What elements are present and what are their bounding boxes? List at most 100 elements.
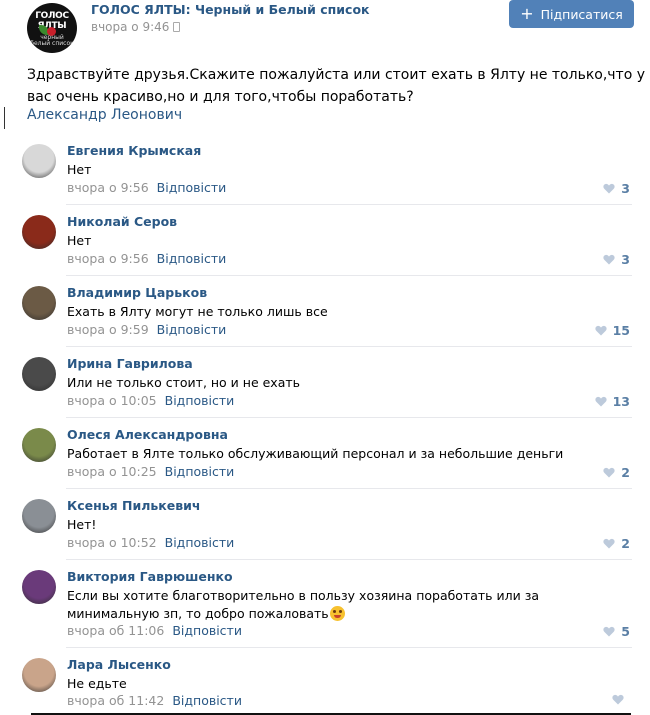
group-avatar[interactable]: ГОЛОС ЯЛТЫ черный белый список [27,3,77,53]
comment-time[interactable]: вчора об 11:42 [67,693,164,708]
left-edge-line [4,107,5,129]
commenter-name-link[interactable]: Ксенья Пилькевич [67,498,201,513]
comment-time[interactable]: вчора о 10:25 [67,464,157,479]
comment-text: Работает в Ялте только обслуживающий пер… [67,445,632,463]
commenter-avatar[interactable] [22,570,56,604]
heart-icon [603,538,615,549]
mobile-icon [173,22,181,32]
like-count: 5 [621,624,630,639]
comment-text: Нет [67,161,632,179]
comment-meta: вчора об 11:42 Відповісти [67,693,242,708]
reply-link[interactable]: Відповісти [157,180,227,195]
heart-icon [594,396,607,407]
commenter-avatar[interactable] [22,428,56,462]
comment-text-body: Нет [67,162,92,177]
comment-item: Виктория Гаврюшенко Если вы хотите благот… [22,569,632,643]
comment-time[interactable]: вчора о 10:52 [67,535,157,550]
like-button[interactable]: 3 [603,252,630,267]
comment-item: Евгения Крымская Нет вчора о 9:56 Відповіст… [22,143,632,200]
reply-link[interactable]: Відповісти [157,251,227,266]
comment-meta: вчора о 10:52 Відповісти [67,535,234,550]
post-time[interactable]: вчора о 9:46 [91,20,181,34]
reply-link[interactable]: Відповісти [165,464,235,479]
group-name-link[interactable]: ГОЛОС ЯЛТЫ: Черный и Белый список [91,2,370,17]
commenter-avatar[interactable] [22,499,56,533]
comment-divider [66,647,632,648]
comment-text-body: Ехать в Ялту могут не только лишь все [67,304,328,319]
comment-item: Ирина Гаврилова Или не только стоит, но и… [22,356,632,413]
commenter-name-link[interactable]: Ирина Гаврилова [67,356,193,371]
commenter-avatar[interactable] [22,144,56,178]
group-avatar-subtitle: черный белый список [30,34,74,47]
commenter-name-link[interactable]: Виктория Гаврюшенко [67,569,233,584]
like-button[interactable]: 2 [603,465,630,480]
comment-meta: вчора о 9:56 Відповісти [67,251,226,266]
comment-text-body: Нет [67,233,92,248]
post-header: ГОЛОС ЯЛТЫ черный белый список ГОЛОС ЯЛТ… [0,0,650,55]
comment-item: Олеся Александровна Работает в Ялте тольк… [22,427,632,484]
comment-text: Если вы хотите благотворительно в пользу… [67,587,632,623]
comment-text-body: Или не только стоит, но и не ехать [67,375,301,390]
like-button[interactable]: 2 [603,536,630,551]
like-count: 2 [621,536,630,551]
comment-item: Николай Серов Нет вчора о 9:56 Відповісти 3 [22,214,632,271]
comment-item: Ксенья Пилькевич Нет! вчора о 10:52 Відпові… [22,498,632,555]
like-count: 15 [612,323,630,338]
comment-text: Нет! [67,516,632,534]
commenter-name-link[interactable]: Владимир Царьков [67,285,207,300]
comment-text: Не едьте [67,675,632,693]
comment-item: Лара Лысенко Не едьте вчора об 11:42 Відпов… [22,657,632,713]
commenter-avatar[interactable] [22,658,56,692]
like-button[interactable]: 15 [594,323,630,338]
comment-time[interactable]: вчора о 9:56 [67,251,149,266]
subscribe-button-label: Підписатися [540,6,623,22]
comment-time[interactable]: вчора об 11:06 [67,623,164,638]
comment-text: Или не только стоит, но и не ехать [67,374,632,392]
reply-link[interactable]: Відповісти [172,693,242,708]
commenter-name-link[interactable]: Лара Лысенко [67,657,171,672]
comment-text-body: Если вы хотите благотворительно в пользу… [67,588,540,621]
commenter-avatar[interactable] [22,286,56,320]
comment-meta: вчора о 10:05 Відповісти [67,393,234,408]
comment-item: Владимир Царьков Ехать в Ялту могут не то… [22,285,632,342]
commenter-avatar[interactable] [22,357,56,391]
comment-text-body: Нет! [67,517,97,532]
comment-divider [66,346,632,347]
comment-text: Ехать в Ялту могут не только лишь все [67,303,632,321]
post-time-text: вчора о 9:46 [91,20,170,34]
heart-icon [603,467,615,478]
comment-text-body: Не едьте [67,676,127,691]
comment-meta: вчора о 9:56 Відповісти [67,180,226,195]
comment-text: Нет [67,232,632,250]
commenter-name-link[interactable]: Олеся Александровна [67,427,228,442]
heart-icon [594,325,607,336]
like-count: 3 [621,181,630,196]
comment-divider [66,488,632,489]
heart-icon [603,183,615,194]
like-count: 13 [612,394,630,409]
like-button[interactable]: 3 [603,181,630,196]
comment-divider [66,417,632,418]
plus-icon: + [520,4,534,23]
comment-time[interactable]: вчора о 9:59 [67,322,149,337]
like-button[interactable] [612,694,630,705]
comment-meta: вчора о 10:25 Відповісти [67,464,234,479]
subscribe-button[interactable]: + Підписатися [509,0,634,28]
comment-time[interactable]: вчора о 10:05 [67,393,157,408]
reply-link[interactable]: Відповісти [165,535,235,550]
like-button[interactable]: 5 [603,624,630,639]
comment-divider [66,559,632,560]
post-author-link[interactable]: Александр Леонович [27,107,182,123]
reply-link[interactable]: Відповісти [157,322,227,337]
like-count: 3 [621,252,630,267]
commenter-name-link[interactable]: Евгения Крымская [67,143,201,158]
reply-link[interactable]: Відповісти [172,623,242,638]
commenter-avatar[interactable] [22,215,56,249]
like-button[interactable]: 13 [594,394,630,409]
reply-link[interactable]: Відповісти [165,393,235,408]
comment-divider [66,204,632,205]
commenter-name-link[interactable]: Николай Серов [67,214,177,229]
heart-icon [603,626,615,637]
heart-icon [612,694,624,705]
comment-time[interactable]: вчора о 9:56 [67,180,149,195]
